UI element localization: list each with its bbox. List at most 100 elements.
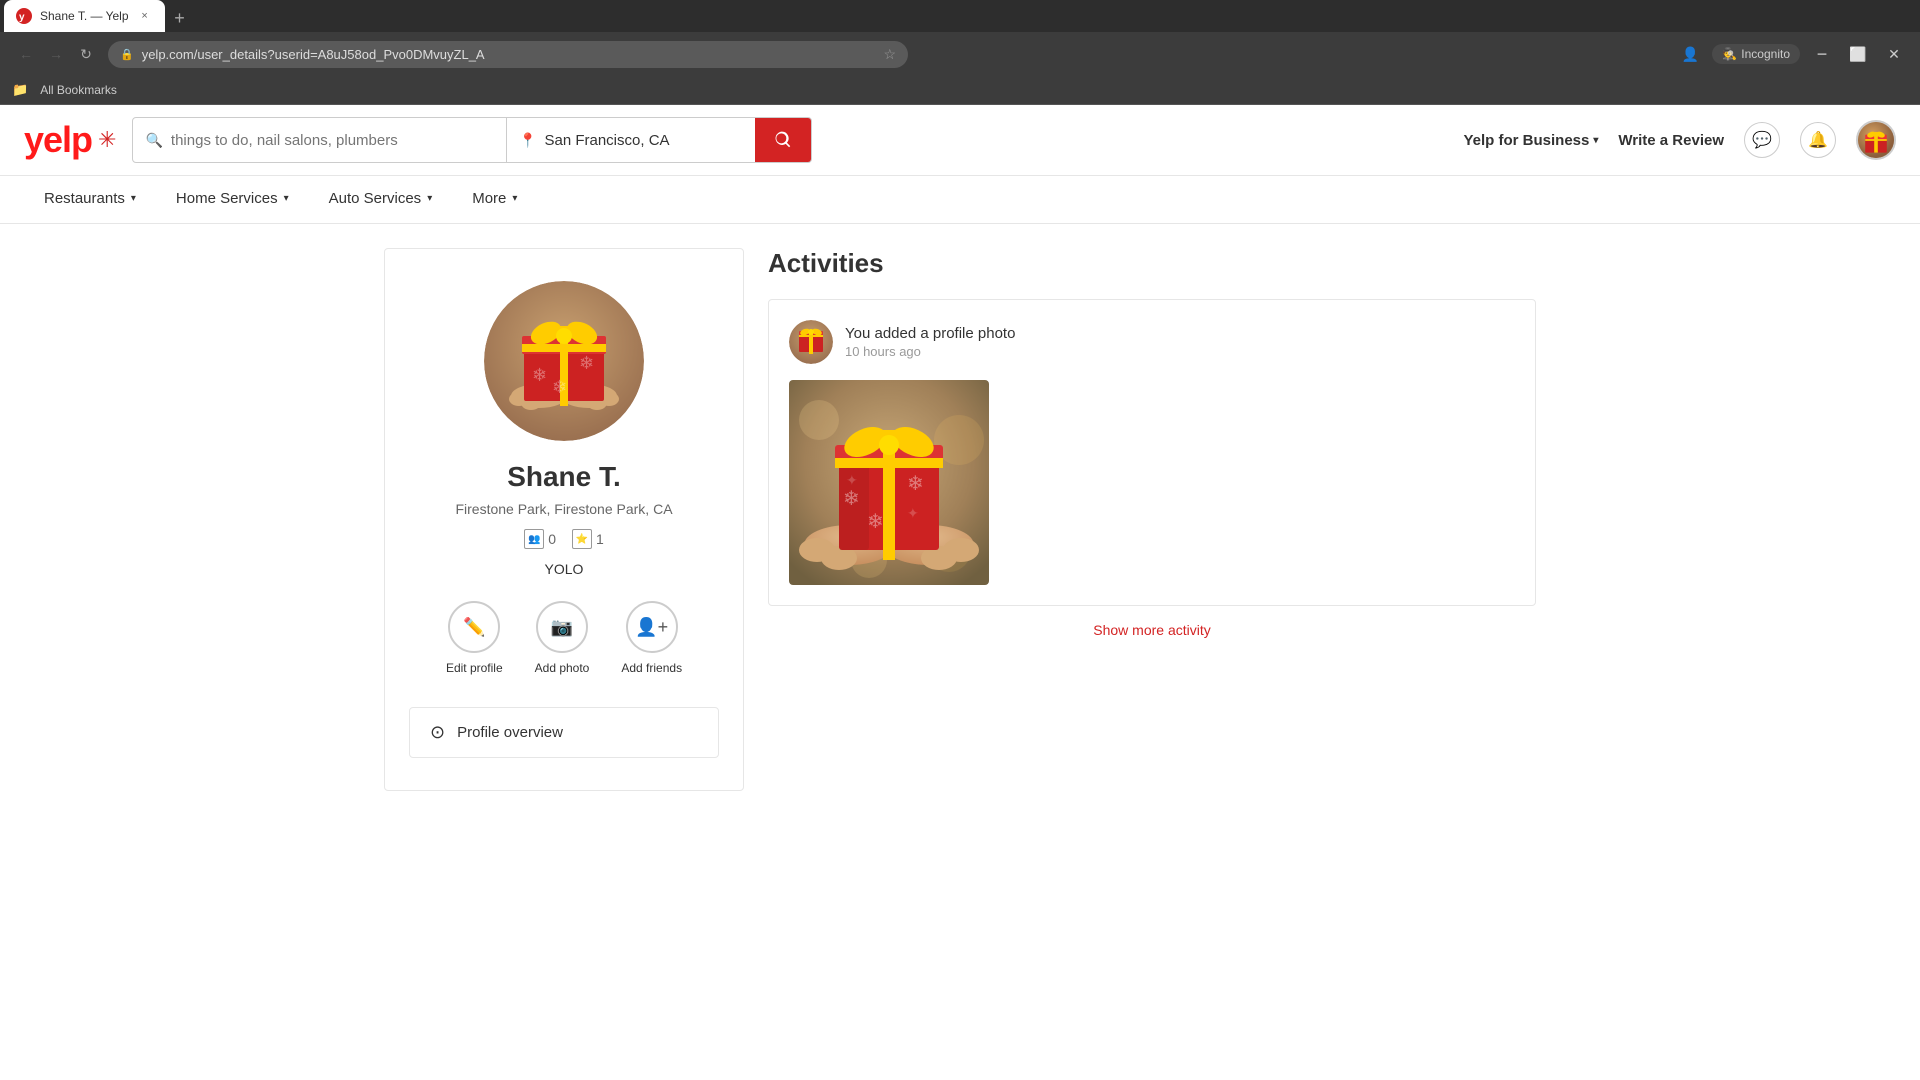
nav-label-auto-services: Auto Services	[329, 190, 422, 207]
bookmarks-bar: 📁 All Bookmarks	[0, 76, 1920, 105]
refresh-button[interactable]: ↻	[72, 40, 100, 68]
activity-title-text: You added a profile photo	[845, 325, 1515, 342]
reviews-icon: ⭐	[572, 529, 592, 549]
user-avatar-image	[1858, 122, 1894, 158]
edit-profile-button[interactable]: ✏️ Edit profile	[446, 601, 503, 675]
friends-icon: 👥	[524, 529, 544, 549]
search-button-icon	[773, 130, 793, 150]
activity-info: You added a profile photo 10 hours ago	[845, 325, 1515, 359]
nav-label-home-services: Home Services	[176, 190, 278, 207]
profile-avatar: ❄ ❄ ❄	[484, 281, 644, 441]
activity-avatar	[789, 320, 833, 364]
search-main-field: 🔍	[133, 118, 507, 162]
search-container: 🔍 📍	[132, 117, 812, 163]
nav-item-restaurants[interactable]: Restaurants ▾	[24, 176, 156, 223]
activity-card: You added a profile photo 10 hours ago	[768, 299, 1536, 606]
svg-text:❄: ❄	[532, 365, 547, 385]
add-friend-icon: 👤+	[635, 617, 668, 638]
activity-photo-image: ❄ ❄ ❄ ✦ ✦	[789, 380, 989, 585]
add-photo-label: Add photo	[535, 661, 590, 675]
browser-right-controls: 👤 🕵 Incognito − ⬜ ✕	[1676, 40, 1908, 68]
svg-text:❄: ❄	[579, 353, 594, 373]
yelp-logo[interactable]: yelp ✳	[24, 122, 116, 158]
bell-icon: 🔔	[1808, 130, 1828, 150]
user-avatar-button[interactable]	[1856, 120, 1896, 160]
profile-overview-button[interactable]: ⊙ Profile overview	[409, 707, 719, 758]
more-dropdown-icon: ▾	[512, 193, 517, 204]
tab-favicon: y	[16, 8, 32, 24]
bookmark-star-icon[interactable]: ☆	[883, 46, 896, 63]
incognito-label: Incognito	[1741, 47, 1790, 61]
add-photo-icon-circle: 📷	[536, 601, 588, 653]
active-tab[interactable]: y Shane T. — Yelp ×	[4, 0, 165, 32]
incognito-badge: 🕵 Incognito	[1712, 44, 1800, 64]
reviews-stat: ⭐ 1	[572, 529, 604, 549]
edit-profile-label: Edit profile	[446, 661, 503, 675]
profile-actions: ✏️ Edit profile 📷 Add photo 👤+	[446, 601, 682, 675]
yelp-burst-icon: ✳	[98, 127, 116, 153]
bookmarks-folder-icon: 📁	[12, 82, 28, 98]
activity-photo[interactable]: ❄ ❄ ❄ ✦ ✦	[789, 380, 989, 585]
close-window-button[interactable]: ✕	[1880, 40, 1908, 68]
notifications-button[interactable]: 🔔	[1800, 122, 1836, 158]
friends-stat: 👥 0	[524, 529, 556, 549]
tab-title: Shane T. — Yelp	[40, 9, 129, 23]
tab-close-button[interactable]: ×	[137, 8, 153, 24]
incognito-icon: 🕵	[1722, 47, 1737, 61]
search-button[interactable]	[755, 118, 811, 162]
overview-circle-icon: ⊙	[430, 722, 445, 743]
location-input[interactable]	[544, 132, 743, 149]
show-more-activity-link[interactable]: Show more activity	[768, 622, 1536, 638]
nav-item-auto-services[interactable]: Auto Services ▾	[309, 176, 453, 223]
yelp-logo-text: yelp	[24, 122, 92, 158]
reviews-count: 1	[596, 531, 604, 547]
svg-text:✦: ✦	[907, 505, 919, 521]
minimize-button[interactable]: −	[1808, 40, 1836, 68]
nav-label-more: More	[472, 190, 506, 207]
search-magnifier-icon: 🔍	[145, 132, 162, 149]
profile-stats: 👥 0 ⭐ 1	[524, 529, 604, 549]
write-review-link[interactable]: Write a Review	[1618, 132, 1724, 149]
svg-text:❄: ❄	[907, 473, 924, 495]
activity-feed: Activities	[768, 248, 1536, 791]
svg-text:y: y	[19, 12, 25, 23]
search-input[interactable]	[171, 132, 494, 149]
address-bar[interactable]: 🔒 yelp.com/user_details?userid=A8uJ58od_…	[108, 41, 908, 68]
nav-item-more[interactable]: More ▾	[452, 176, 537, 223]
profile-icon-button[interactable]: 👤	[1676, 40, 1704, 68]
svg-text:❄: ❄	[867, 511, 884, 533]
camera-icon: 📷	[551, 617, 573, 638]
maximize-button[interactable]: ⬜	[1844, 40, 1872, 68]
profile-name: Shane T.	[507, 461, 621, 493]
main-nav: Restaurants ▾ Home Services ▾ Auto Servi…	[0, 176, 1920, 224]
all-bookmarks-link[interactable]: All Bookmarks	[32, 80, 125, 100]
activity-time: 10 hours ago	[845, 344, 1515, 359]
yelp-header: yelp ✳ 🔍 📍 Yelp for Business	[0, 105, 1920, 176]
add-friends-icon-circle: 👤+	[626, 601, 678, 653]
activities-title: Activities	[768, 248, 1536, 279]
add-friends-button[interactable]: 👤+ Add friends	[621, 601, 682, 675]
messages-button[interactable]: 💬	[1744, 122, 1780, 158]
yelp-for-business-link[interactable]: Yelp for Business ▾	[1463, 132, 1598, 149]
page-content: ❄ ❄ ❄ Shane T. Firestone Park, Firestone…	[360, 224, 1560, 815]
auto-services-dropdown-icon: ▾	[427, 193, 432, 204]
yelp-page: yelp ✳ 🔍 📍 Yelp for Business	[0, 105, 1920, 1075]
lock-icon: 🔒	[120, 48, 134, 61]
nav-item-home-services[interactable]: Home Services ▾	[156, 176, 309, 223]
friends-count: 0	[548, 531, 556, 547]
overview-label: Profile overview	[457, 724, 563, 741]
home-services-dropdown-icon: ▾	[284, 193, 289, 204]
forward-button[interactable]: →	[42, 40, 70, 68]
profile-photo: ❄ ❄ ❄	[484, 281, 644, 441]
nav-label-restaurants: Restaurants	[44, 190, 125, 207]
add-photo-button[interactable]: 📷 Add photo	[535, 601, 590, 675]
profile-motto: YOLO	[545, 561, 584, 577]
add-friends-label: Add friends	[621, 661, 682, 675]
back-button[interactable]: ←	[12, 40, 40, 68]
messages-icon: 💬	[1752, 130, 1772, 150]
browser-window: y Shane T. — Yelp × + ← → ↻ 🔒 yelp.com/u…	[0, 0, 1920, 1075]
activity-header: You added a profile photo 10 hours ago	[789, 320, 1515, 364]
new-tab-button[interactable]: +	[166, 4, 194, 32]
tab-bar: y Shane T. — Yelp × +	[0, 0, 1920, 32]
profile-location: Firestone Park, Firestone Park, CA	[455, 501, 672, 517]
